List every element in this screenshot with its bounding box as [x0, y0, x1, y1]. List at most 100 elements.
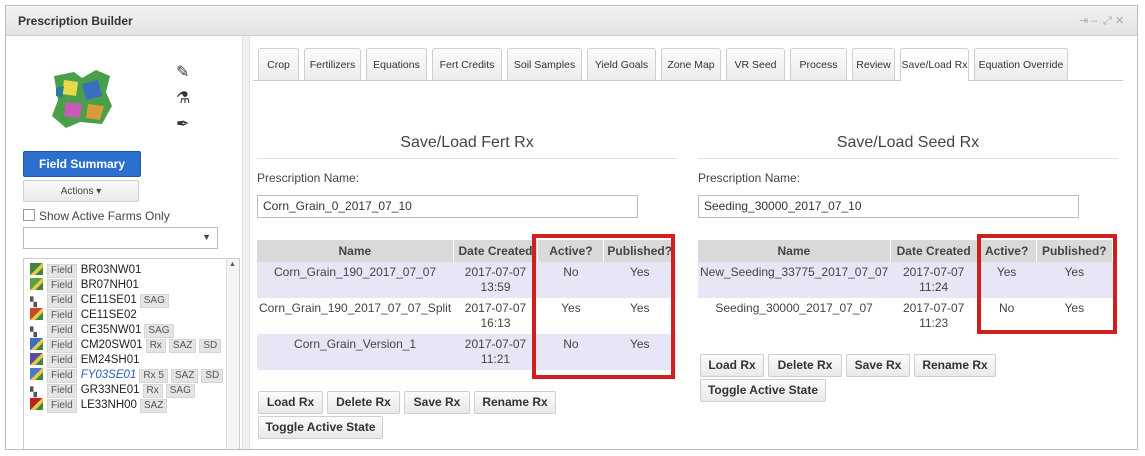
field-badge: Rx: [145, 339, 166, 353]
field-type-tag: Field: [47, 369, 77, 383]
panel-divider[interactable]: [242, 36, 250, 449]
field-list-item[interactable]: ▚ Field CE11SE01 SAG: [30, 293, 239, 308]
tab-equation-override[interactable]: Equation Override: [974, 48, 1068, 80]
field-type-tag: Field: [47, 354, 77, 368]
tab-equations[interactable]: Equations: [366, 48, 427, 80]
rx-date: 2017-07-07: [464, 301, 527, 315]
tab-yield-goals[interactable]: Yield Goals: [587, 48, 656, 80]
soil-test-icon[interactable]: ⚗: [176, 88, 190, 108]
table-cell: Seeding_30000_2017_07_07: [698, 298, 890, 334]
tab-process[interactable]: Process: [790, 48, 847, 80]
rx-time: 11:21: [480, 352, 511, 366]
field-list-item[interactable]: Field CM20SW01 Rx SAZ SD: [30, 338, 239, 353]
show-active-farms-checkbox[interactable]: Show Active Farms Only: [23, 209, 170, 223]
field-badge: Rx: [142, 384, 163, 398]
fert-name-input[interactable]: Corn_Grain_0_2017_07_10: [257, 195, 638, 218]
field-badge: SAZ: [139, 399, 168, 413]
rx-name: Corn_Grain_Version_1: [294, 337, 417, 351]
col-date-created[interactable]: Date Created: [453, 240, 539, 262]
table-cell: 2017-07-07 13:59: [453, 262, 538, 298]
tab-review[interactable]: Review: [852, 48, 895, 80]
field-summary-button[interactable]: Field Summary: [23, 151, 141, 177]
field-type-tag: Field: [47, 309, 77, 323]
col-name[interactable]: Name: [257, 240, 454, 262]
field-list-item[interactable]: Field CE11SE02: [30, 308, 239, 323]
field-name[interactable]: GR33NE01: [81, 384, 140, 396]
fert-toggle-active-button[interactable]: Toggle Active State: [258, 416, 383, 439]
col-date-created[interactable]: Date Created: [890, 240, 978, 262]
fert-save-button[interactable]: Save Rx: [404, 391, 470, 414]
col-name[interactable]: Name: [698, 240, 891, 262]
fert-section-title: Save/Load Fert Rx: [400, 134, 534, 151]
actions-dropdown[interactable]: Actions ▾: [23, 180, 139, 202]
edit-map-icon[interactable]: ✎: [176, 62, 189, 82]
pin-icon[interactable]: ⇥: [1079, 14, 1091, 27]
fert-active-published-highlight: [532, 234, 675, 379]
field-map-icon: ▚: [30, 327, 37, 337]
field-badge: SAZ: [168, 339, 197, 353]
seed-delete-button[interactable]: Delete Rx: [768, 354, 842, 377]
table-cell: Corn_Grain_190_2017_07_07: [257, 262, 454, 298]
table-cell: 2017-07-07 11:21: [453, 334, 538, 370]
field-badge: Rx 5: [139, 369, 168, 383]
fert-delete-button[interactable]: Delete Rx: [327, 391, 400, 414]
field-list-item[interactable]: ▚ Field GR33NE01 Rx SAG: [30, 383, 239, 398]
field-name[interactable]: BR07NH01: [81, 279, 139, 291]
seed-toggle-active-button[interactable]: Toggle Active State: [700, 379, 826, 402]
close-icon[interactable]: ✕: [1115, 14, 1127, 27]
field-map-icon: [30, 353, 43, 365]
tab-save-load-rx[interactable]: Save/Load Rx: [900, 48, 969, 81]
field-map-icon: [30, 278, 43, 290]
tab-soil-samples[interactable]: Soil Samples: [507, 48, 582, 80]
sidebar: ✎ ⚗ ✒ Field Summary Actions ▾ Show Activ…: [6, 36, 240, 449]
field-name[interactable]: CM20SW01: [81, 339, 143, 351]
field-name[interactable]: BR03NW01: [81, 264, 142, 276]
rx-name: New_Seeding_33775_2017_07_07: [700, 265, 889, 279]
rx-time: 11:23: [919, 316, 949, 330]
fert-load-button[interactable]: Load Rx: [258, 391, 323, 414]
field-type-tag: Field: [47, 339, 77, 353]
tab-zone-map[interactable]: Zone Map: [661, 48, 721, 80]
seed-save-button[interactable]: Save Rx: [846, 354, 910, 377]
field-badge: SAG: [165, 384, 195, 398]
fert-rename-button[interactable]: Rename Rx: [474, 391, 556, 414]
field-name[interactable]: LE33NH00: [81, 399, 137, 411]
rx-name: Corn_Grain_190_2017_07_07_Split: [259, 301, 452, 315]
field-name[interactable]: CE11SE02: [81, 309, 137, 321]
field-map-icon: [30, 308, 43, 320]
seed-section-title: Save/Load Seed Rx: [836, 134, 980, 151]
seed-load-button[interactable]: Load Rx: [700, 354, 764, 377]
checkbox-box[interactable]: [23, 209, 35, 221]
tab-crop[interactable]: Crop: [258, 48, 299, 80]
tab-fert-credits[interactable]: Fert Credits: [432, 48, 502, 80]
field-list-item[interactable]: Field BR03NW01: [30, 263, 239, 278]
field-name[interactable]: CE11SE01: [81, 294, 137, 306]
maximize-icon[interactable]: ⤢: [1103, 15, 1115, 28]
tab-fertilizers[interactable]: Fertilizers: [304, 48, 361, 80]
field-name[interactable]: FY03SE01: [81, 369, 137, 381]
fert-name-label: Prescription Name:: [257, 171, 360, 185]
seed-rename-button[interactable]: Rename Rx: [914, 354, 996, 377]
field-name[interactable]: CE35NW01: [81, 324, 142, 336]
field-list-item[interactable]: Field BR07NH01: [30, 278, 239, 293]
seed-name-input[interactable]: Seeding_30000_2017_07_10: [698, 195, 1079, 218]
minimize-icon[interactable]: –: [1091, 15, 1103, 27]
field-list-item[interactable]: Field FY03SE01 Rx 5 SAZ SD: [30, 368, 239, 383]
farm-select[interactable]: ▼: [23, 227, 218, 249]
field-list[interactable]: ▲ Field BR03NW01 Field BR07NH01 ▚ Field CE11SE…: [23, 258, 240, 449]
rx-pen-icon[interactable]: ✒: [176, 114, 189, 134]
field-list-item[interactable]: Field LE33NH00 SAZ: [30, 398, 239, 413]
table-cell: New_Seeding_33775_2017_07_07: [698, 262, 891, 298]
table-cell: 2017-07-07 11:24: [890, 262, 978, 298]
field-map-thumbnail[interactable]: [46, 62, 116, 132]
field-name[interactable]: EM24SH01: [81, 354, 140, 366]
field-type-tag: Field: [47, 294, 77, 308]
rx-name: Corn_Grain_190_2017_07_07: [274, 265, 437, 279]
field-map-icon: [30, 368, 43, 380]
field-badge: SD: [201, 369, 224, 383]
tab-vr-seed[interactable]: VR Seed: [726, 48, 785, 80]
rx-time: 11:24: [919, 280, 949, 294]
field-list-item[interactable]: Field EM24SH01: [30, 353, 239, 368]
field-list-item[interactable]: ▚ Field CE35NW01 SAG: [30, 323, 239, 338]
tab-bar: Crop Fertilizers Equations Fert Credits Soil…: [253, 48, 1123, 81]
